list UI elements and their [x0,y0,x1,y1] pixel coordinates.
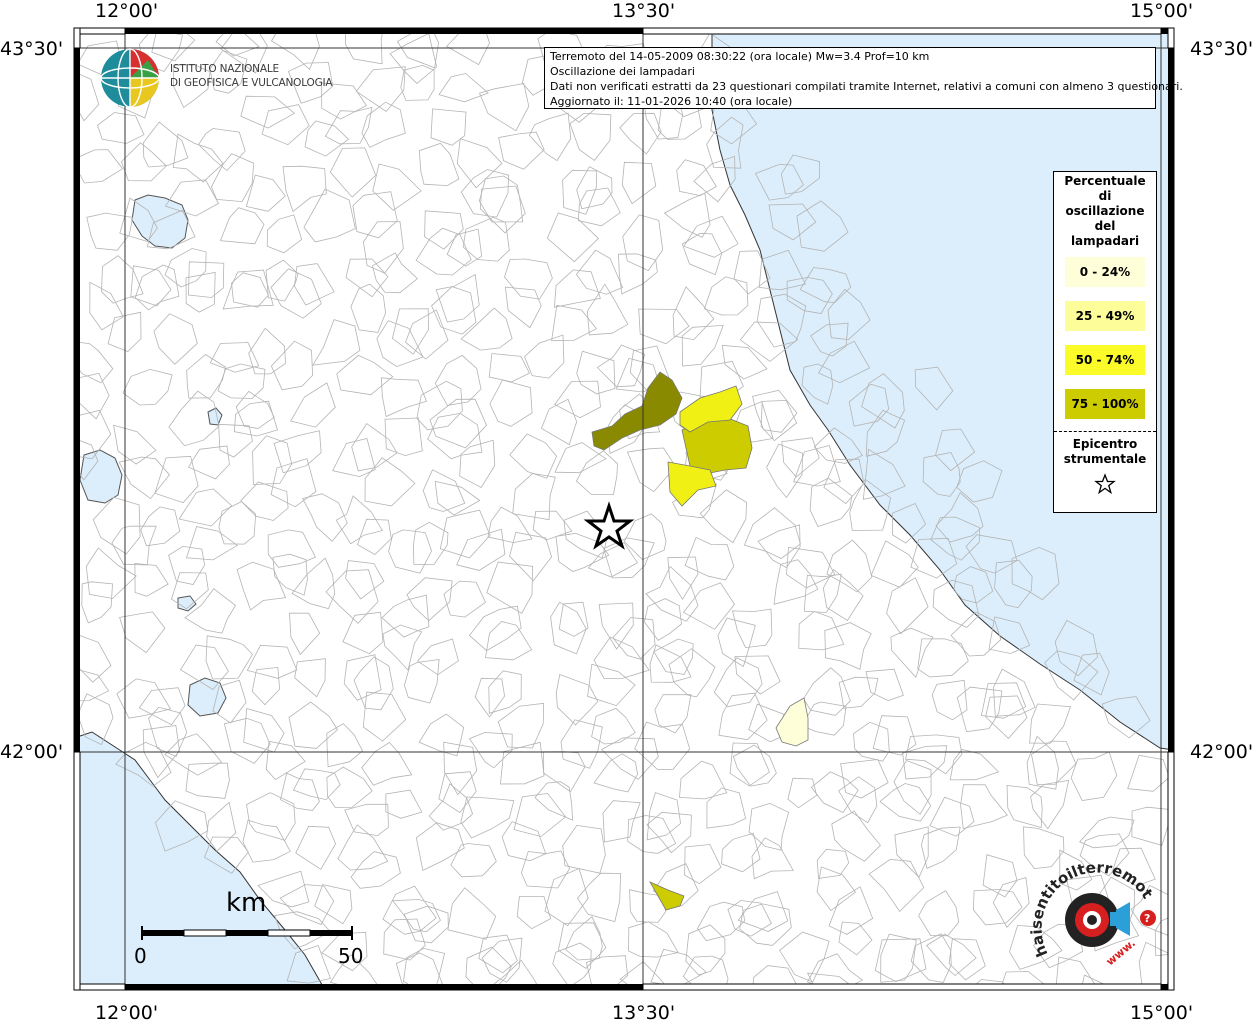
data-note: Dati non verificati estratti da 23 quest… [550,80,1183,93]
legend-item-75-100: 75 - 100% [1065,389,1145,419]
lat-label-left-43-30: 43°30' [0,38,64,60]
lon-label-top-15: 15°00' [1130,0,1194,22]
ingv-logo-icon [100,48,160,108]
event-title: Terremoto del 14-05-2009 08:30:22 (ora l… [550,50,930,63]
map-subject: Oscillazione dei lampadari [550,65,695,78]
legend-separator [1054,431,1156,432]
legend-item-0-24: 0 - 24% [1065,257,1145,287]
svg-text:?: ? [1144,912,1150,925]
lon-label-bottom-15: 15°00' [1130,1002,1194,1024]
scale-start: 0 [134,944,147,968]
legend-title-line: del [1094,219,1116,233]
legend-star-icon [1094,473,1116,495]
legend-epicentre-line: Epicentro [1072,437,1138,451]
legend-epicentre: Epicentro strumentale [1054,437,1156,467]
haisentito-badge-icon: haisentitoilterremoto.it ? www. [1030,862,1156,969]
badge-www: www. [1104,937,1138,969]
lat-label-right-43-30: 43°30' [1190,38,1254,60]
legend-title-line: di [1098,189,1112,203]
lon-label-bottom-13-30: 13°30' [612,1002,676,1024]
legend-title-line: Percentuale [1064,174,1146,188]
lon-label-top-13-30: 13°30' [612,0,676,22]
lat-label-right-42: 42°00' [1190,741,1254,763]
legend-title: Percentuale di oscillazione del lampadar… [1054,174,1156,249]
legend-item-25-49: 25 - 49% [1065,301,1145,331]
ingv-logo-text: ISTITUTO NAZIONALE DI GEOFISICA E VULCAN… [170,62,333,90]
lon-label-bottom-12: 12°00' [95,1002,159,1024]
event-info-box: Terremoto del 14-05-2009 08:30:22 (ora l… [544,47,1183,109]
update-time: Aggiornato il: 11-01-2026 10:40 (ora loc… [550,95,793,108]
logo-line-1: ISTITUTO NAZIONALE [170,63,279,75]
lon-label-top-12: 12°00' [95,0,159,22]
legend-item-50-74: 50 - 74% [1065,345,1145,375]
scale-unit: km [226,888,267,918]
logo-line-2: DI GEOFISICA E VULCANOLOGIA [170,77,333,89]
legend-title-line: oscillazione [1065,204,1145,218]
lat-label-left-42: 42°00' [0,741,64,763]
legend: Percentuale di oscillazione del lampadar… [1053,171,1157,513]
legend-epicentre-line: strumentale [1063,452,1147,466]
scale-end: 50 [338,944,364,968]
legend-title-line: lampadari [1070,234,1140,248]
